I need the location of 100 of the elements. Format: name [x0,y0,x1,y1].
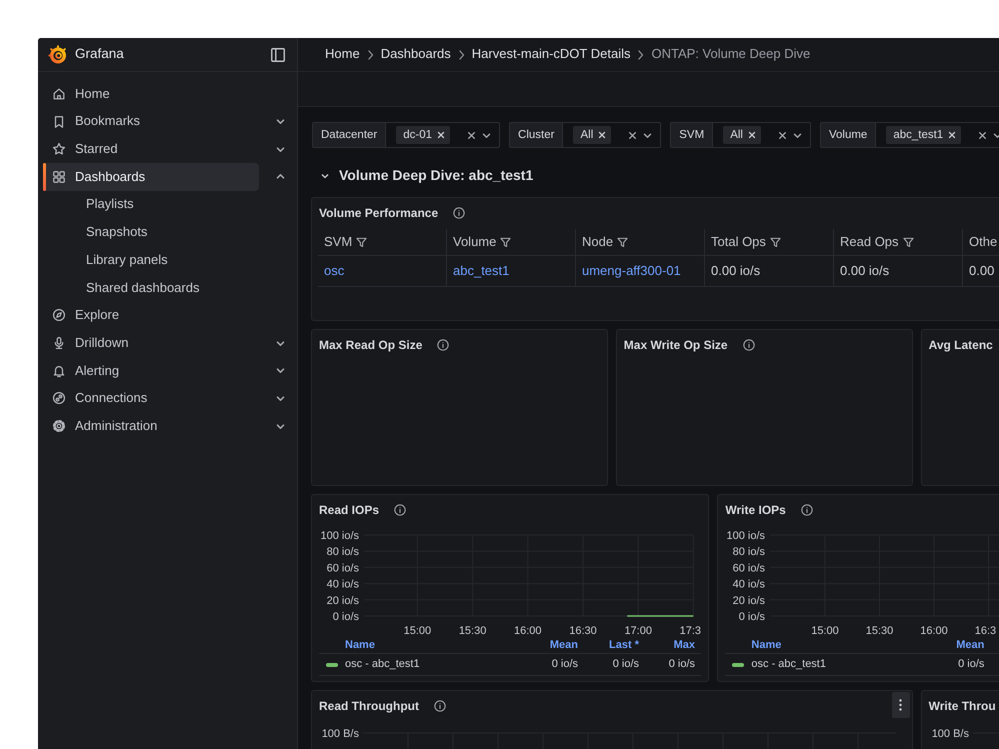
nav-item[interactable]: Alerting [43,356,259,385]
nav-item[interactable]: Explore [43,301,259,330]
breadcrumb-link[interactable]: Home [325,46,360,63]
section-title[interactable]: Volume Deep Dive: abc_test1 [339,167,534,185]
filter-icon[interactable] [500,236,512,248]
nav-item[interactable]: Dashboards [43,162,259,191]
table-link[interactable]: umeng-aff300-01 [582,262,681,280]
column-header[interactable]: Othe [969,234,998,250]
info-icon[interactable] [434,700,446,712]
close-icon[interactable] [948,131,956,139]
chevron-down-icon[interactable] [276,144,285,154]
table-cell: 0.00 io/s [840,262,890,280]
close-icon[interactable] [598,131,606,139]
legend-header[interactable]: Mean [956,639,984,653]
close-icon[interactable] [978,130,988,140]
legend-series-name[interactable]: osc - abc_test1 [345,658,420,672]
variable-select[interactable]: abc_test1 [876,122,999,148]
filter-icon[interactable] [356,236,368,248]
legend-header[interactable]: Last * [609,639,639,653]
close-icon[interactable] [628,130,638,140]
filter-icon[interactable] [617,236,628,248]
value-chip[interactable]: abc_test1 [886,126,962,144]
chevron-down-icon[interactable] [482,130,492,140]
table-link[interactable]: osc [324,262,344,280]
filter-icon[interactable] [902,236,914,248]
table-link[interactable]: abc_test1 [453,262,510,280]
x-axis-label: 17:00 [624,625,652,637]
microphone-icon [52,336,66,350]
chevron-down-icon[interactable] [276,422,285,431]
chevron-down-icon[interactable] [792,130,802,140]
variable-select[interactable]: All [563,122,662,148]
table-cell: 0.00 [969,262,994,280]
nav-subitem[interactable]: Shared dashboards [43,274,259,302]
nav-item[interactable]: Starred [43,135,259,164]
chevron-down-icon[interactable] [321,172,329,180]
table-cell: 0.00 io/s [711,262,760,280]
gear-icon [52,419,66,434]
nav-subitem[interactable]: Playlists [43,190,259,219]
dock-icon[interactable] [271,48,285,62]
variable-label: SVM [670,122,714,148]
home-icon [52,86,66,101]
column-header[interactable]: Total Ops [711,234,781,250]
y-axis-label: 0 io/s [332,611,359,623]
legend-value: 0 io/s [612,658,639,672]
nav-item[interactable]: Home [43,80,259,108]
column-header[interactable]: Read Ops [840,234,914,250]
column-header[interactable]: SVM [324,234,368,250]
breadcrumb-link[interactable]: Harvest-main-cDOT Details [472,46,630,63]
nav-item[interactable]: Connections [43,384,259,412]
legend-value: 0 io/s [958,658,984,672]
bell-icon [52,364,66,378]
value-chip[interactable]: All [723,126,761,144]
value-chip[interactable]: All [573,126,612,144]
chevron-right-icon [366,50,374,60]
nav-subitem[interactable]: Snapshots [43,218,259,246]
y-axis-label: 80 io/s [326,546,359,558]
panel-title: Max Read Op Size [319,338,422,352]
chevron-up-icon[interactable] [276,172,285,182]
nav-item[interactable]: Drilldown [43,329,259,358]
chevron-down-icon[interactable] [276,366,285,376]
chevron-down-icon[interactable] [276,338,285,348]
info-icon[interactable] [742,339,755,351]
legend-series-name[interactable]: osc - abc_test1 [751,658,826,672]
nav-item[interactable]: Bookmarks [43,108,259,136]
filter-icon[interactable] [770,236,781,248]
chevron-down-icon[interactable] [276,394,285,403]
y-axis-label: 80 io/s [732,546,766,558]
close-icon[interactable] [437,131,446,139]
nav-item[interactable]: Administration [43,412,259,440]
panel-title: Write Throu [928,698,996,714]
legend-header[interactable]: Name [345,639,375,653]
kebab-menu-icon [899,699,902,711]
panel-menu-button[interactable] [892,692,910,718]
column-header[interactable]: Volume [453,234,512,250]
chevron-down-icon[interactable] [643,130,652,140]
legend-header[interactable]: Max [674,639,695,653]
close-icon[interactable] [748,131,756,139]
nav-subitem[interactable]: Library panels [43,246,259,274]
value-chip[interactable]: dc-01 [396,126,450,144]
variable-select[interactable]: dc-01 [386,122,500,148]
chevron-down-icon[interactable] [276,117,285,126]
close-icon[interactable] [778,130,787,140]
info-icon[interactable] [453,207,466,219]
info-icon[interactable] [394,504,406,516]
breadcrumb-link[interactable]: Dashboards [380,46,451,63]
variable-select[interactable]: All [713,122,811,148]
x-axis-label: 17:3 [680,625,702,637]
y-axis-label: 100 io/s [726,530,766,542]
legend-header[interactable]: Mean [550,639,578,653]
column-header[interactable]: Node [582,234,628,250]
panel-title: Volume Performance [319,206,438,220]
variable-label: Cluster [509,122,564,148]
breadcrumb-link[interactable]: ONTAP: Volume Deep Dive [651,46,810,63]
info-icon[interactable] [437,339,450,351]
x-axis-label: 16:00 [920,625,948,637]
info-icon[interactable] [800,504,813,516]
close-icon[interactable] [467,130,476,140]
variable-label: Datacenter [312,122,386,148]
grid-icon [52,170,66,184]
legend-header[interactable]: Name [751,639,782,653]
